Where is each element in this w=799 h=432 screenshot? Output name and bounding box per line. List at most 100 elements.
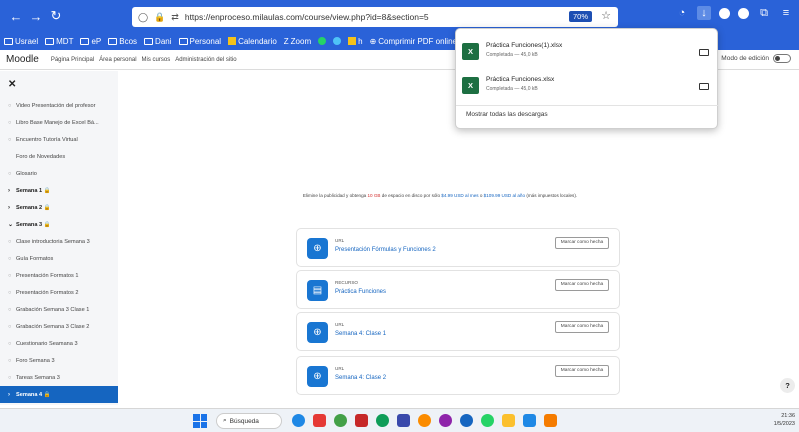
- taskbar-clock[interactable]: 21:36 1/5/2023: [774, 412, 795, 428]
- app-icon[interactable]: [397, 414, 410, 427]
- calendar-icon: [228, 37, 237, 45]
- sidebar-section[interactable]: ⌄ Semana 3 🔒: [0, 216, 118, 233]
- sidebar-item-label: Encuentro Tutoría Virtual: [16, 136, 78, 143]
- firefox-icon[interactable]: [439, 414, 452, 427]
- nav-area-personal[interactable]: Área personal: [99, 57, 136, 63]
- zoom-level-badge[interactable]: 70%: [568, 11, 592, 22]
- windows-start-icon[interactable]: [193, 414, 207, 428]
- bookmark-ep[interactable]: eP: [80, 37, 101, 46]
- pocket-icon[interactable]: ◔: [675, 6, 689, 20]
- help-button[interactable]: ?: [780, 378, 795, 393]
- course-index-list: ○ Video Presentación del profesor ○ Libro B…: [0, 97, 118, 403]
- chevron-icon: ›: [8, 204, 10, 211]
- sidebar-item[interactable]: ○ Glosario: [0, 165, 118, 182]
- bookmark-dani[interactable]: Dani: [144, 37, 172, 46]
- store-icon[interactable]: [523, 414, 536, 427]
- extension-icon[interactable]: [738, 7, 749, 19]
- sidebar-item-label: Semana 1 🔒: [16, 187, 51, 194]
- download-item[interactable]: X Práctica Funciones(1).xlsx Completada …: [456, 37, 719, 69]
- site-permissions-icon[interactable]: ⇄: [171, 12, 179, 23]
- sidebar-item[interactable]: ○ Guía Formatos: [0, 250, 118, 267]
- download-icon[interactable]: ↓: [697, 6, 711, 20]
- sidebar-item[interactable]: Foro de Novedades: [0, 148, 118, 165]
- app-icon[interactable]: [460, 414, 473, 427]
- ad-highlight: 10 GB: [367, 193, 381, 198]
- completion-circle-icon: ○: [8, 272, 12, 279]
- sidebar-item[interactable]: ○ Tareas Semana 3: [0, 369, 118, 386]
- ad-monthly-link[interactable]: $4.99 USD al mes: [441, 193, 478, 198]
- extensions-puzzle-icon[interactable]: ⧉: [757, 6, 771, 20]
- sidebar-section[interactable]: › Semana 1 🔒: [0, 182, 118, 199]
- mark-done-button[interactable]: Marcar como hecha: [555, 321, 609, 333]
- sidebar-item[interactable]: ○ Cuestionario Seamana 3: [0, 335, 118, 352]
- chevron-icon: ⌄: [8, 222, 14, 228]
- nav-pagina-principal[interactable]: Página Principal: [51, 57, 94, 63]
- sidebar-item[interactable]: ○ Video Presentación del profesor: [0, 97, 118, 114]
- chrome-icon[interactable]: [334, 414, 347, 427]
- sidebar-section[interactable]: › Semana 2 🔒: [0, 199, 118, 216]
- sidebar-item[interactable]: ○ Grabación Semana 3 Clase 2: [0, 318, 118, 335]
- globe-icon[interactable]: ⊕: [307, 238, 328, 259]
- activity-link[interactable]: Presentación Fórmulas y Funciones 2: [335, 247, 436, 253]
- clock-date: 1/5/2023: [773, 421, 795, 427]
- bookmark-personal[interactable]: Personal: [178, 37, 221, 46]
- mark-done-button[interactable]: Marcar como hecha: [555, 279, 609, 291]
- activity-link[interactable]: Práctica Funciones: [335, 289, 386, 295]
- sidebar-item[interactable]: ○ Presentación Formatos 2: [0, 284, 118, 301]
- show-all-downloads-link[interactable]: Mostrar todas las descargas: [466, 111, 548, 118]
- sidebar-item[interactable]: ○ Encuentro Tutoría Virtual: [0, 131, 118, 148]
- bookmark-app[interactable]: [333, 37, 342, 45]
- sidebar-item[interactable]: ○ Foro Semana 3: [0, 352, 118, 369]
- sidebar-item[interactable]: ○ Libro Base Manejo de Excel Bá...: [0, 114, 118, 131]
- sidebar-item-label: Foro Semana 3: [16, 357, 55, 364]
- ad-yearly-link[interactable]: $109.99 USD al año: [484, 193, 525, 198]
- globe-icon[interactable]: ⊕: [307, 322, 328, 343]
- url-text[interactable]: https://enproceso.milaulas.com/course/vi…: [185, 12, 429, 22]
- bookmark-calendario[interactable]: Calendario: [228, 37, 277, 46]
- globe-icon[interactable]: ⊕: [307, 366, 328, 387]
- nav-mis-cursos[interactable]: Mis cursos: [142, 57, 171, 63]
- edge-icon[interactable]: [376, 414, 389, 427]
- app-icon[interactable]: [544, 414, 557, 427]
- sidebar-section[interactable]: › Semana 4 🔒: [0, 386, 118, 403]
- sidebar-item[interactable]: ○ Clase introductoria Semana 3: [0, 233, 118, 250]
- office-icon[interactable]: [313, 414, 326, 427]
- sidebar-item[interactable]: ○ Presentación Formatos 1: [0, 267, 118, 284]
- bookmark-h[interactable]: h: [348, 37, 363, 46]
- forward-arrow-icon[interactable]: →: [26, 9, 46, 24]
- app-icon[interactable]: [355, 414, 368, 427]
- address-bar[interactable]: ◯ 🔒 ⇄ https://enproceso.milaulas.com/cou…: [132, 7, 618, 27]
- sidebar-item[interactable]: ○ Grabación Semana 3 Clase 1: [0, 301, 118, 318]
- open-folder-icon[interactable]: [699, 83, 709, 90]
- menu-icon[interactable]: ≡: [779, 6, 793, 20]
- moodle-brand[interactable]: Moodle: [6, 54, 39, 65]
- whatsapp-icon[interactable]: [481, 414, 494, 427]
- file-icon[interactable]: ▤: [307, 280, 328, 301]
- bookmark-whatsapp[interactable]: [318, 37, 327, 45]
- open-folder-icon[interactable]: [699, 49, 709, 56]
- mark-done-button[interactable]: Marcar como hecha: [555, 365, 609, 377]
- bookmark-zoom[interactable]: Z Zoom: [284, 37, 311, 46]
- download-item[interactable]: X Práctica Funciones.xlsx Completada — 4…: [456, 71, 719, 103]
- bookmark-usrael[interactable]: Usrael: [4, 37, 38, 46]
- copilot-icon[interactable]: [292, 414, 305, 427]
- browser-icon[interactable]: [418, 414, 431, 427]
- close-drawer-icon[interactable]: ✕: [8, 79, 16, 90]
- edit-mode-toggle[interactable]: [773, 54, 791, 63]
- bookmark-mdt[interactable]: MDT: [45, 37, 73, 46]
- reload-icon[interactable]: ↻: [46, 8, 66, 24]
- file-explorer-icon[interactable]: [502, 414, 515, 427]
- bookmark-bcos[interactable]: Bcos: [108, 37, 137, 46]
- back-arrow-icon[interactable]: ←: [6, 9, 26, 24]
- bookmark-star-icon[interactable]: ☆: [601, 9, 611, 22]
- activity-type: RECURSO: [335, 280, 358, 285]
- taskbar-search-label: Búsqueda: [229, 417, 259, 425]
- nav-administracion[interactable]: Administración del sitio: [175, 57, 236, 63]
- sidebar-item-label: Grabación Semana 3 Clase 1: [16, 306, 90, 313]
- account-icon[interactable]: [719, 7, 730, 19]
- mark-done-button[interactable]: Marcar como hecha: [555, 237, 609, 249]
- activity-link[interactable]: Semana 4: Clase 2: [335, 375, 386, 381]
- taskbar-search[interactable]: ⌕ Búsqueda: [216, 413, 282, 429]
- activity-link[interactable]: Semana 4: Clase 1: [335, 331, 386, 337]
- bookmark-comprimir-pdf[interactable]: ⊕ Comprimir PDF online...: [370, 37, 464, 46]
